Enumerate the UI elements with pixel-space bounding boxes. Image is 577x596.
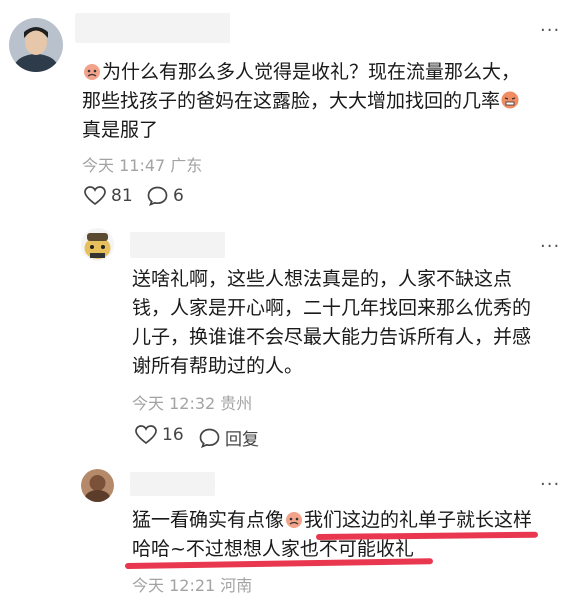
like-count: 16: [162, 425, 184, 445]
reply-button[interactable]: 6: [147, 186, 184, 206]
more-icon[interactable]: ···: [540, 236, 560, 257]
username[interactable]: [130, 472, 215, 496]
heart-icon: [135, 425, 157, 445]
like-button[interactable]: 16: [135, 425, 184, 445]
like-count: 81: [111, 186, 133, 206]
emoji-icon: [284, 509, 304, 529]
avatar[interactable]: [81, 228, 114, 261]
comment-icon: [147, 186, 168, 206]
comment-text: 为什么有那么多人觉得是收礼？现在流量那么大， 那些找孩子的爸妈在这露脸，大大增加…: [82, 61, 521, 141]
comment-icon: [199, 428, 220, 448]
username[interactable]: [75, 13, 230, 43]
more-icon[interactable]: ···: [540, 20, 560, 41]
avatar[interactable]: [9, 18, 63, 72]
username[interactable]: [130, 232, 225, 258]
emoji-icon: [82, 61, 102, 81]
more-icon[interactable]: ···: [540, 474, 560, 495]
reply-time: 今天 12:21 河南: [132, 576, 253, 595]
like-button[interactable]: 81: [84, 186, 133, 206]
reply-time: 今天 12:32 贵州: [132, 394, 253, 413]
reply-label: 回复: [225, 430, 259, 450]
reply-button[interactable]: 回复: [199, 425, 259, 450]
reply-count: 6: [173, 186, 184, 206]
heart-icon: [84, 186, 106, 206]
emoji-icon: [500, 90, 520, 110]
avatar[interactable]: [81, 469, 114, 502]
comment-time: 今天 11:47 广东: [82, 156, 203, 175]
reply-text: 送啥礼啊，这些人想法真是的，人家不缺这点 钱，人家是开心啊，二十几年找回来那么优…: [132, 268, 532, 377]
